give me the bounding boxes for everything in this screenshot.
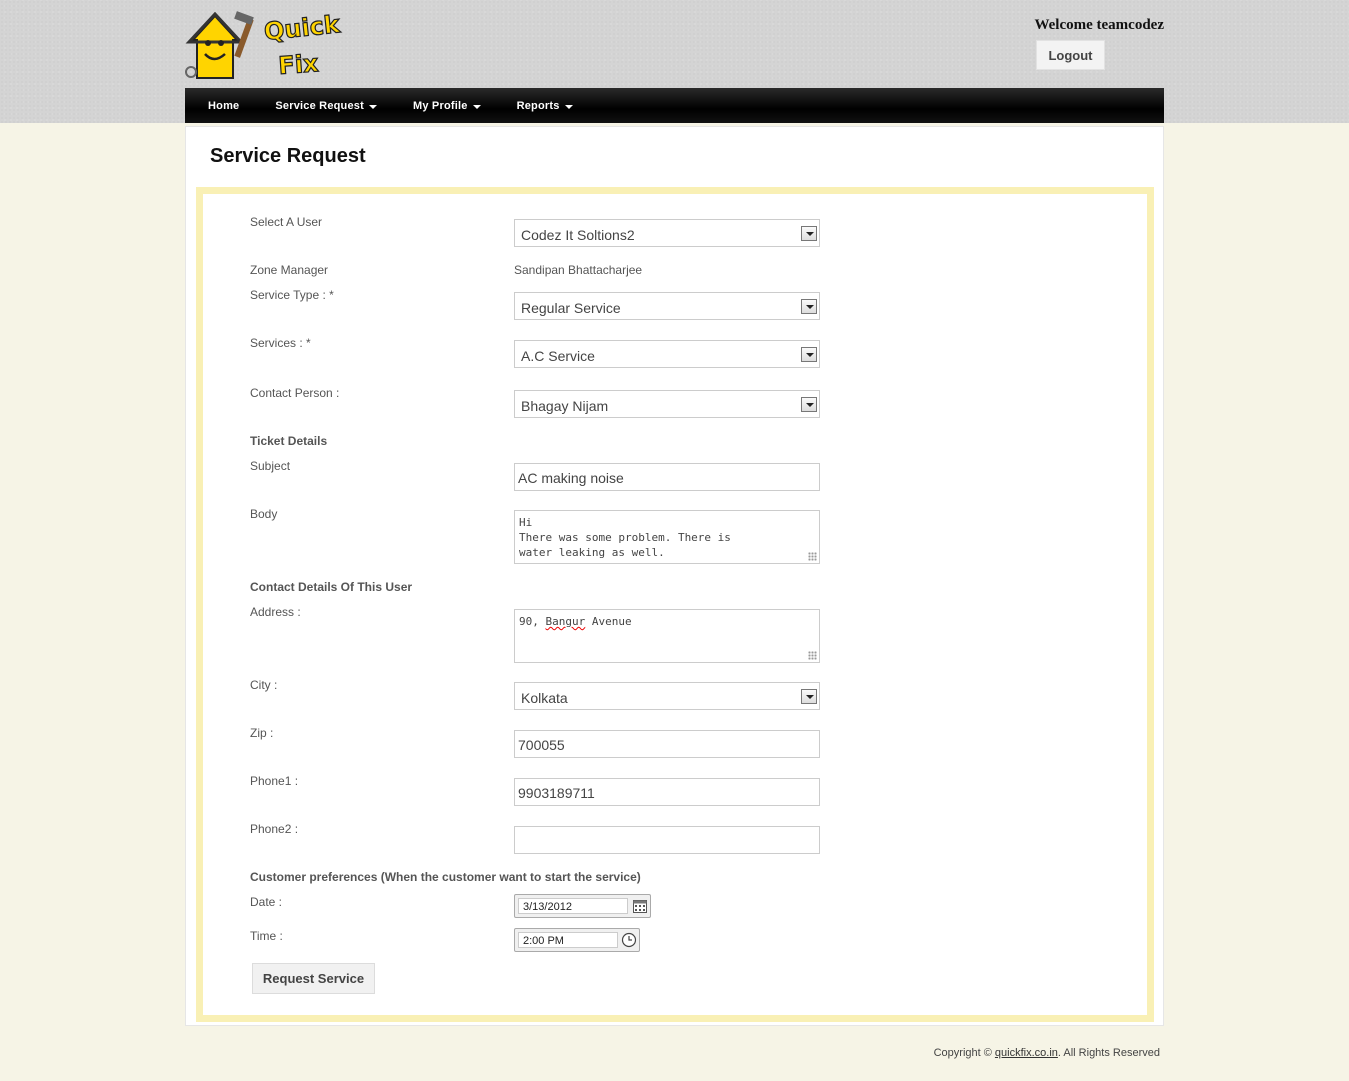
svg-text:Fix: Fix	[277, 49, 319, 80]
logout-button[interactable]: Logout	[1036, 40, 1105, 70]
chevron-down-icon[interactable]	[801, 347, 817, 362]
city-dropdown[interactable]: Kolkata	[514, 682, 820, 710]
nav-service-request[interactable]: Service Request	[264, 100, 388, 112]
resize-grip-icon[interactable]	[808, 651, 817, 660]
select-user-dropdown[interactable]: Codez It Soltions2	[514, 219, 820, 247]
service-type-dropdown[interactable]: Regular Service	[514, 292, 820, 320]
nav-home-label: Home	[208, 99, 240, 112]
time-input[interactable]: 2:00 PM	[518, 932, 618, 948]
service-type-label: Service Type : *	[250, 288, 334, 302]
city-label: City :	[250, 678, 278, 692]
chevron-down-icon[interactable]	[801, 689, 817, 704]
quickfix-logo[interactable]: Quick Fix	[185, 8, 345, 83]
date-input[interactable]: 3/13/2012	[518, 898, 628, 914]
date-label: Date :	[250, 895, 283, 909]
address-text-part3: Avenue	[585, 615, 632, 628]
logo-icon: Quick Fix	[185, 9, 343, 81]
time-picker[interactable]: 2:00 PM	[514, 928, 640, 952]
address-textarea[interactable]: 90, Bangur Avenue	[514, 609, 820, 663]
footer-site-link[interactable]: quickfix.co.in	[995, 1047, 1058, 1059]
nav-service-request-label: Service Request	[275, 99, 364, 112]
select-user-value: Codez It Soltions2	[521, 227, 635, 243]
contact-person-value: Bhagay Nijam	[521, 398, 609, 414]
footer-copyright-prefix: Copyright ©	[933, 1047, 995, 1059]
footer: Copyright © quickfix.co.in. All Rights R…	[934, 1047, 1160, 1059]
body-text: Hi There was some problem. There is wate…	[519, 516, 731, 559]
main-navbar: Home Service Request My Profile Reports	[185, 88, 1164, 123]
zone-manager-value: Sandipan Bhattacharjee	[514, 263, 643, 277]
welcome-message: Welcome teamcodez	[1034, 17, 1164, 33]
address-text-part1: 90,	[519, 615, 546, 628]
city-value: Kolkata	[521, 690, 568, 706]
nav-home[interactable]: Home	[197, 100, 250, 112]
phone2-input[interactable]	[514, 826, 820, 854]
content-panel: Service Request	[185, 126, 1164, 1026]
address-text-misspelled: Bangur	[545, 615, 586, 628]
time-label: Time :	[250, 929, 283, 943]
clock-icon[interactable]	[621, 932, 637, 948]
services-dropdown[interactable]: A.C Service	[514, 340, 820, 368]
service-type-value: Regular Service	[521, 300, 621, 316]
caret-down-icon	[564, 104, 573, 109]
zip-label: Zip :	[250, 726, 274, 740]
contact-person-label: Contact Person :	[250, 386, 340, 400]
nav-reports-label: Reports	[516, 99, 560, 112]
phone1-input[interactable]: 9903189711	[514, 778, 820, 806]
request-service-button[interactable]: Request Service	[252, 963, 375, 994]
body-textarea[interactable]: Hi There was some problem. There is wate…	[514, 510, 820, 564]
chevron-down-icon[interactable]	[801, 226, 817, 241]
resize-grip-icon[interactable]	[808, 552, 817, 561]
caret-down-icon	[368, 104, 377, 109]
phone2-label: Phone2 :	[250, 822, 299, 836]
services-value: A.C Service	[521, 348, 595, 364]
preferences-heading: Customer preferences (When the customer …	[250, 870, 641, 884]
phone1-label: Phone1 :	[250, 774, 299, 788]
nav-my-profile[interactable]: My Profile	[402, 100, 492, 112]
page-title: Service Request	[210, 145, 366, 167]
chevron-down-icon[interactable]	[801, 397, 817, 412]
caret-down-icon	[472, 104, 481, 109]
nav-reports[interactable]: Reports	[506, 100, 584, 112]
svg-text:Quick: Quick	[263, 10, 342, 46]
zone-manager-label: Zone Manager	[250, 263, 329, 277]
contact-details-heading: Contact Details Of This User	[250, 580, 413, 594]
date-picker[interactable]: 3/13/2012	[514, 894, 651, 918]
body-label: Body	[250, 507, 278, 521]
services-label: Services : *	[250, 336, 311, 350]
subject-label: Subject	[250, 459, 291, 473]
zip-input[interactable]: 700055	[514, 730, 820, 758]
footer-copyright-suffix: . All Rights Reserved	[1057, 1047, 1160, 1059]
calendar-icon[interactable]	[632, 898, 648, 914]
ticket-details-heading: Ticket Details	[250, 434, 328, 448]
contact-person-dropdown[interactable]: Bhagay Nijam	[514, 390, 820, 418]
subject-input[interactable]: AC making noise	[514, 463, 820, 491]
nav-my-profile-label: My Profile	[412, 99, 468, 112]
address-label: Address :	[250, 605, 301, 619]
select-user-label: Select A User	[250, 215, 323, 229]
chevron-down-icon[interactable]	[801, 299, 817, 314]
